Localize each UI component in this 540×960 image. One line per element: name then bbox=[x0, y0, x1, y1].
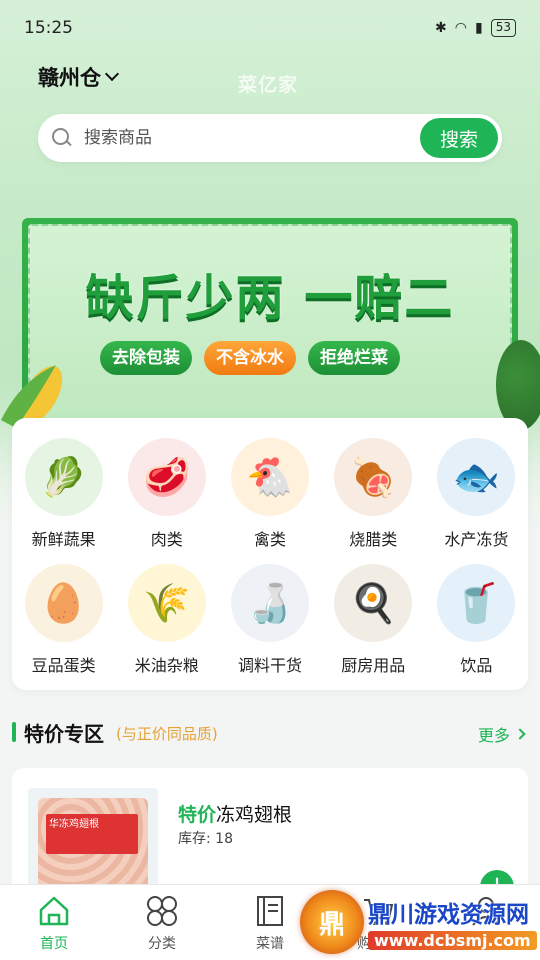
category-item[interactable]: 🥤 饮品 bbox=[425, 564, 528, 676]
recipe-book-icon bbox=[257, 895, 283, 926]
category-icon bbox=[147, 895, 177, 926]
chevron-down-icon bbox=[104, 66, 120, 82]
stock-value: 18 bbox=[215, 831, 233, 847]
category-label: 调料干货 bbox=[237, 656, 302, 675]
tab-label: 分类 bbox=[148, 935, 176, 952]
category-grid: 🥬 新鲜蔬果 🥩 肉类 🐔 禽类 🍖 烧腊类 🐟 水产冻货 🥚 豆品蛋类 🌾 米油杂粮 🍶 调料干货 🍳 厨房用品… bbox=[12, 418, 528, 676]
watermark-text-block: 鼎川游戏资源网 www.dcbsmj.com bbox=[368, 895, 537, 950]
product-stock: 库存: 18 bbox=[178, 828, 233, 848]
chevron-right-icon bbox=[514, 728, 526, 740]
status-time: 15:25 bbox=[24, 18, 73, 38]
category-item[interactable]: 🐔 禽类 bbox=[218, 438, 321, 550]
watermark-logo: 鼎 bbox=[300, 890, 364, 954]
header: 赣州仓 菜亿家 bbox=[0, 56, 540, 96]
section-accent-bar bbox=[12, 722, 16, 742]
category-label: 水产冻货 bbox=[444, 530, 509, 549]
tab-label: 菜谱 bbox=[256, 935, 284, 952]
battery-icon: 53 bbox=[490, 19, 516, 37]
category-label: 豆品蛋类 bbox=[31, 656, 96, 675]
watermark-url: www.dcbsmj.com bbox=[368, 930, 537, 950]
section-subtitle: (与正价同品质) bbox=[116, 725, 218, 743]
banner-tag: 不含冰水 bbox=[204, 341, 296, 375]
drink-icon: 🥤 bbox=[437, 564, 516, 642]
category-label: 厨房用品 bbox=[341, 656, 406, 675]
banner-tags: 去除包装 不含冰水 拒绝烂菜 bbox=[100, 341, 400, 375]
category-item[interactable]: 🥩 肉类 bbox=[115, 438, 218, 550]
tab-label: 首页 bbox=[40, 935, 68, 952]
meat-icon: 🥩 bbox=[127, 438, 206, 516]
bluetooth-icon: ✱ bbox=[435, 20, 447, 36]
category-label: 饮品 bbox=[460, 656, 493, 675]
category-label: 米油杂粮 bbox=[134, 656, 199, 675]
special-tag: 特价 bbox=[178, 804, 217, 826]
search-bar: 搜索 bbox=[38, 114, 502, 162]
category-panel: 🥬 新鲜蔬果 🥩 肉类 🐔 禽类 🍖 烧腊类 🐟 水产冻货 🥚 豆品蛋类 🌾 米油杂粮 🍶 调料干货 🍳 厨房用品… bbox=[12, 418, 528, 690]
category-item[interactable]: 🍖 烧腊类 bbox=[322, 438, 425, 550]
vegetable-icon: 🥬 bbox=[24, 438, 103, 516]
package-label: 华冻鸡翅根 bbox=[46, 814, 138, 854]
watermark: 鼎 鼎川游戏资源网 www.dcbsmj.com bbox=[300, 884, 540, 960]
more-label: 更多 bbox=[477, 726, 510, 745]
product-name: 特价冻鸡翅根 bbox=[178, 800, 292, 827]
tab-home[interactable]: 首页 bbox=[0, 885, 108, 960]
more-link[interactable]: 更多 bbox=[477, 722, 526, 746]
banner-title: 缺斤少两 一赔二 bbox=[85, 270, 455, 326]
category-item[interactable]: 🍶 调料干货 bbox=[218, 564, 321, 676]
tab-category[interactable]: 分类 bbox=[108, 885, 216, 960]
warehouse-name: 赣州仓 bbox=[38, 66, 101, 90]
warehouse-selector[interactable]: 赣州仓 bbox=[38, 62, 120, 92]
brand-name: 菜亿家 bbox=[238, 74, 299, 96]
status-bar: 15:25 ✱ ◠ ▮ 53 bbox=[0, 0, 540, 56]
product-title: 冻鸡翅根 bbox=[216, 804, 293, 826]
section-title: 特价专区 bbox=[24, 722, 104, 746]
banner-tag: 拒绝烂菜 bbox=[308, 341, 400, 375]
wifi-icon: ◠ bbox=[454, 20, 467, 36]
category-item[interactable]: 🥚 豆品蛋类 bbox=[12, 564, 115, 676]
status-icons: ✱ ◠ ▮ 53 bbox=[435, 19, 516, 37]
kitchenware-icon: 🍳 bbox=[334, 564, 413, 642]
category-label: 烧腊类 bbox=[349, 530, 398, 549]
promo-banner[interactable]: 缺斤少两 一赔二 去除包装 不含冰水 拒绝烂菜 bbox=[22, 218, 518, 428]
roast-meat-icon: 🍖 bbox=[334, 438, 413, 516]
category-label: 新鲜蔬果 bbox=[31, 530, 96, 549]
signal-icon: ▮ bbox=[475, 20, 483, 36]
category-item[interactable]: 🌾 米油杂粮 bbox=[115, 564, 218, 676]
special-section-header: 特价专区 (与正价同品质) 更多 bbox=[12, 716, 528, 748]
category-label: 肉类 bbox=[150, 530, 183, 549]
search-button[interactable]: 搜索 bbox=[420, 118, 498, 158]
category-item[interactable]: 🐟 水产冻货 bbox=[425, 438, 528, 550]
product-card[interactable]: 华冻鸡翅根 特价冻鸡翅根 库存: 18 + bbox=[12, 768, 528, 904]
category-label: 禽类 bbox=[253, 530, 286, 549]
category-item[interactable]: 🍳 厨房用品 bbox=[322, 564, 425, 676]
banner-tag: 去除包装 bbox=[100, 341, 192, 375]
category-item[interactable]: 🥬 新鲜蔬果 bbox=[12, 438, 115, 550]
broccoli-decoration bbox=[496, 340, 540, 430]
seasoning-icon: 🍶 bbox=[230, 564, 309, 642]
eggs-icon: 🥚 bbox=[24, 564, 103, 642]
rice-oil-icon: 🌾 bbox=[127, 564, 206, 642]
banner-inner: 缺斤少两 一赔二 去除包装 不含冰水 拒绝烂菜 bbox=[28, 224, 512, 422]
product-image: 华冻鸡翅根 bbox=[28, 788, 158, 898]
watermark-text: 鼎川游戏资源网 bbox=[368, 901, 529, 928]
search-input[interactable] bbox=[84, 128, 420, 148]
stock-label: 库存: bbox=[178, 831, 211, 847]
search-icon bbox=[52, 128, 72, 148]
home-icon bbox=[39, 896, 69, 925]
seafood-icon: 🐟 bbox=[437, 438, 516, 516]
poultry-icon: 🐔 bbox=[230, 438, 309, 516]
